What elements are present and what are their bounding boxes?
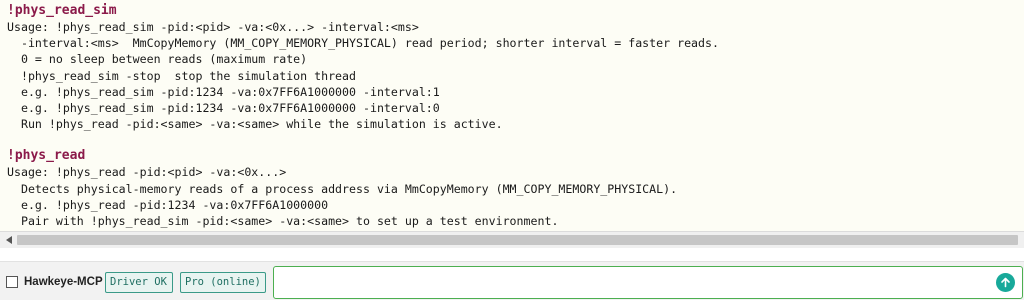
help-line: e.g. !phys_read_sim -pid:1234 -va:0x7FF6… <box>7 84 440 99</box>
help-line: Detects physical-memory reads of a proce… <box>7 181 678 196</box>
driver-status-badge: Driver OK <box>105 272 173 293</box>
send-button[interactable] <box>996 273 1015 292</box>
help-line: Usage: !phys_read -pid:<pid> -va:<0x...> <box>7 165 287 180</box>
pane-splitter[interactable] <box>0 248 1024 261</box>
help-title: !phys_read_sim <box>7 3 117 18</box>
help-line: Pair with !phys_read_sim -pid:<same> -va… <box>7 214 559 229</box>
help-line: !phys_read_sim -stop stop the simulation… <box>7 68 357 83</box>
scrollbar-thumb[interactable] <box>17 235 1018 245</box>
help-block-phys-read: !phys_read Usage: !phys_read -pid:<pid> … <box>7 148 1024 229</box>
command-input[interactable] <box>273 266 1023 299</box>
status-bar: Hawkeye-MCP Driver OK Pro (online) <box>0 261 1024 300</box>
command-output-pane[interactable]: !phys_read_sim Usage: !phys_read_sim -pi… <box>0 0 1024 231</box>
triangle-left-icon[interactable] <box>0 232 17 248</box>
arrow-up-icon <box>1001 277 1010 288</box>
help-line: Usage: !phys_read_sim -pid:<pid> -va:<0x… <box>7 20 419 34</box>
help-line: Run !phys_read -pid:<same> -va:<same> wh… <box>7 117 503 132</box>
mcp-label: Hawkeye-MCP <box>24 276 103 288</box>
help-line: e.g. !phys_read -pid:1234 -va:0x7FF6A100… <box>7 197 329 212</box>
mcp-checkbox[interactable] <box>6 276 18 288</box>
help-title: !phys_read <box>7 148 86 164</box>
help-line: -interval:<ms> MmCopyMemory (MM_COPY_MEM… <box>7 36 719 51</box>
help-block-phys-read-sim: !phys_read_sim Usage: !phys_read_sim -pi… <box>7 3 1024 132</box>
horizontal-scrollbar[interactable] <box>0 231 1024 248</box>
help-line: e.g. !phys_read_sim -pid:1234 -va:0x7FF6… <box>7 101 440 116</box>
pro-status-badge: Pro (online) <box>180 272 266 293</box>
help-line: 0 = no sleep between reads (maximum rate… <box>7 52 308 67</box>
